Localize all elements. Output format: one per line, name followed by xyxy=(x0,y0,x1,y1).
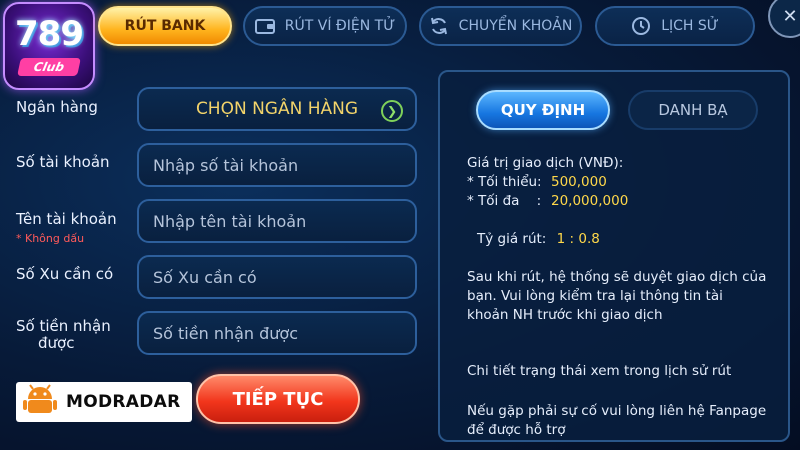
rate-label: Tỷ giá rút: xyxy=(477,231,547,247)
note-support: Nếu gặp phải sự cố vui lòng liên hệ Fanp… xyxy=(467,403,767,438)
received-field[interactable] xyxy=(137,311,417,355)
max-value: 20,000,000 xyxy=(551,193,629,209)
close-icon: ✕ xyxy=(782,5,798,27)
tab-lich-su[interactable]: LỊCH SỬ xyxy=(595,6,755,46)
transaction-values: Giá trị giao dịch (VNĐ): * Tối thiểu: 50… xyxy=(467,154,628,211)
max-row: * Tối đa : 20,000,000 xyxy=(467,192,628,211)
min-label: * Tối thiểu: xyxy=(467,174,542,190)
rate-row: Tỷ giá rút: 1 : 0.8 xyxy=(477,230,600,249)
max-label: * Tối đa : xyxy=(467,193,542,209)
coins-label: Số Xu cần có xyxy=(16,265,114,283)
received-input[interactable] xyxy=(153,323,415,343)
account-name-note: * Không dấu xyxy=(16,232,85,245)
account-number-input[interactable] xyxy=(153,155,415,175)
coins-input[interactable] xyxy=(153,267,415,287)
value-title: Giá trị giao dịch (VNĐ): xyxy=(467,155,624,171)
wallet-icon xyxy=(254,17,275,35)
logo-number: 789 xyxy=(15,14,84,54)
watermark-text: MODRADAR xyxy=(66,392,181,412)
tab-quy-dinh[interactable]: QUY ĐỊNH xyxy=(476,90,610,130)
tab-rut-vi-dien-tu[interactable]: RÚT VÍ ĐIỆN TỬ xyxy=(243,6,407,46)
bank-select[interactable]: CHỌN NGÂN HÀNG ❯ xyxy=(137,87,417,131)
tab-chuyen-khoan[interactable]: CHUYỂN KHOẢN xyxy=(419,6,582,46)
info-panel: QUY ĐỊNH DANH BẠ Giá trị giao dịch (VNĐ)… xyxy=(438,70,790,442)
refresh-icon xyxy=(429,16,449,36)
bank-label: Ngân hàng xyxy=(16,98,98,116)
close-button[interactable]: ✕ xyxy=(768,0,800,38)
received-label-line2: được xyxy=(38,334,75,352)
tab-danh-ba-label: DANH BẠ xyxy=(658,101,728,119)
tab-rut-vi-dien-tu-label: RÚT VÍ ĐIỆN TỬ xyxy=(284,18,396,34)
bank-select-value: CHỌN NGÂN HÀNG xyxy=(195,99,359,119)
logo-club: Club xyxy=(17,58,81,76)
android-icon xyxy=(22,383,58,421)
continue-button-label: TIẾP TỤC xyxy=(232,388,324,410)
tab-rut-bank-label: RÚT BANK xyxy=(124,18,206,34)
tab-chuyen-khoan-label: CHUYỂN KHOẢN xyxy=(458,18,573,34)
tab-rut-bank[interactable]: RÚT BANK xyxy=(98,6,232,46)
tab-danh-ba[interactable]: DANH BẠ xyxy=(628,90,758,130)
withdraw-screen: 789 Club RÚT BANK RÚT VÍ ĐIỆN TỬ CHUYỂN … xyxy=(0,0,800,450)
account-name-label: Tên tài khoản xyxy=(16,210,117,228)
account-number-label: Số tài khoản xyxy=(16,153,110,171)
account-number-field[interactable] xyxy=(137,143,417,187)
rate-value: 1 : 0.8 xyxy=(556,231,600,247)
watermark-badge: MODRADAR xyxy=(16,382,192,422)
tab-quy-dinh-label: QUY ĐỊNH xyxy=(500,101,586,119)
note-history: Chi tiết trạng thái xem trong lịch sử rú… xyxy=(467,363,732,379)
tab-lich-su-label: LỊCH SỬ xyxy=(661,18,719,34)
app-logo: 789 Club xyxy=(3,2,95,90)
note-review: Sau khi rút, hệ thống sẽ duyệt giao dịch… xyxy=(467,269,767,323)
account-name-field[interactable] xyxy=(137,199,417,243)
account-name-input[interactable] xyxy=(153,211,415,231)
continue-button[interactable]: TIẾP TỤC xyxy=(196,374,360,424)
received-label: Số tiền nhận được xyxy=(16,318,111,352)
min-row: * Tối thiểu: 500,000 xyxy=(467,173,628,192)
received-label-line1: Số tiền nhận xyxy=(16,317,111,335)
chevron-right-icon: ❯ xyxy=(381,100,403,122)
min-value: 500,000 xyxy=(551,174,607,190)
clock-icon xyxy=(631,16,651,36)
coins-field[interactable] xyxy=(137,255,417,299)
